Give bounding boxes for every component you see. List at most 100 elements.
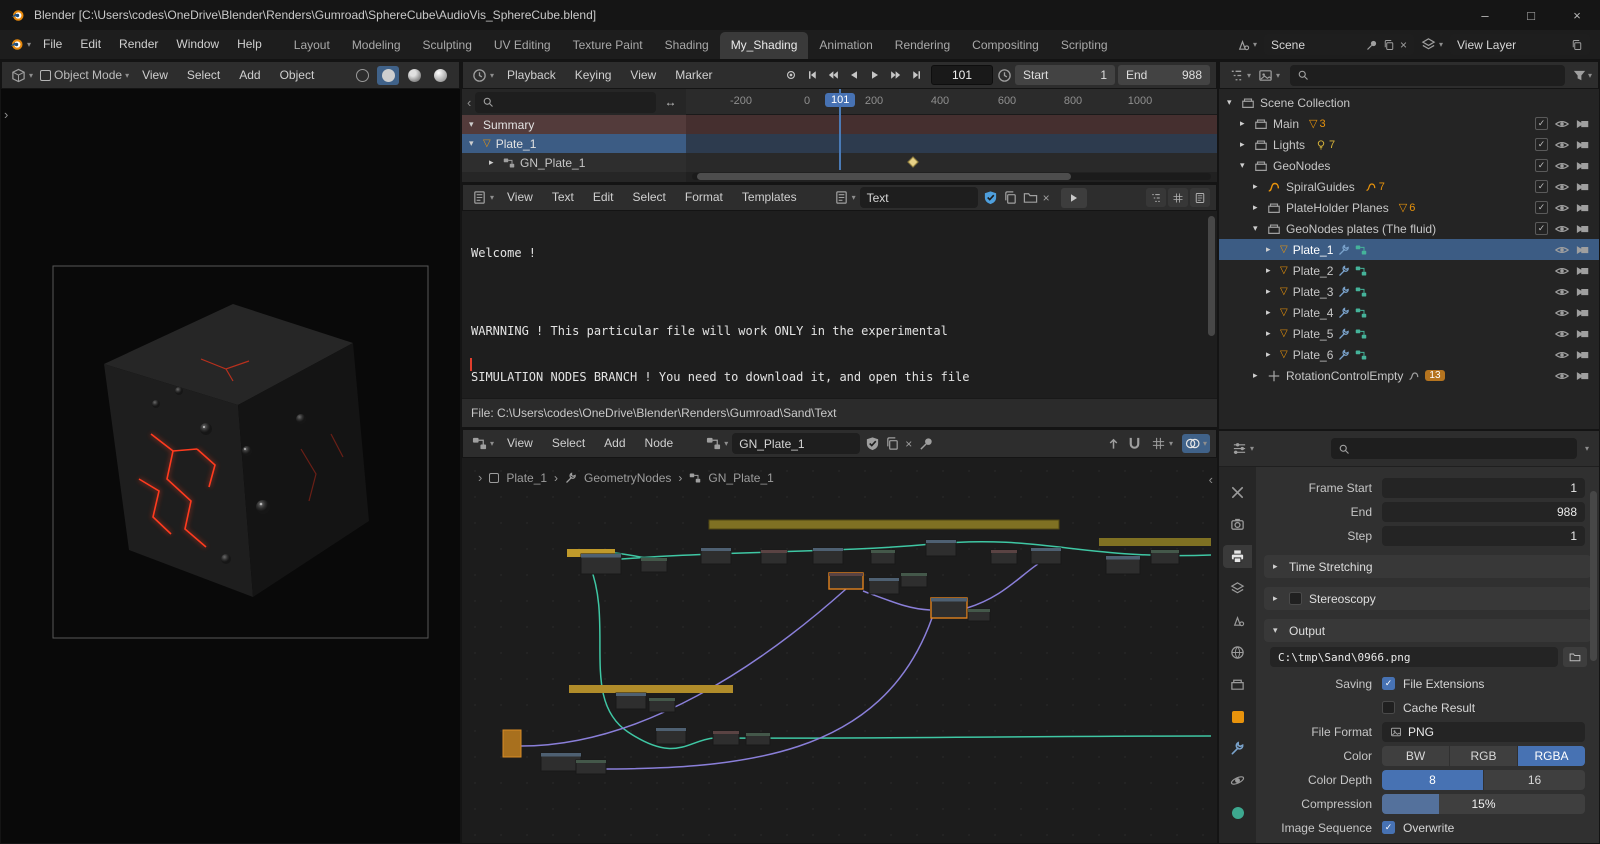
cache-result-checkbox[interactable] xyxy=(1382,701,1395,714)
text-datablock-field[interactable]: Text xyxy=(859,187,978,208)
shading-rendered-button[interactable] xyxy=(429,66,451,85)
camera-icon[interactable] xyxy=(1576,159,1590,173)
text-content[interactable]: Welcome ! WARNNING ! This particular fil… xyxy=(462,211,1217,398)
outliner-row-plate-1[interactable]: ▸ ▽ Plate_1 xyxy=(1219,239,1599,260)
eye-icon[interactable] xyxy=(1555,285,1569,299)
pin-icon[interactable] xyxy=(919,436,934,451)
unlink-icon[interactable]: × xyxy=(1039,191,1054,205)
tab-object-data[interactable] xyxy=(1223,801,1252,824)
jump-to-start-button[interactable] xyxy=(801,66,822,85)
stereoscopy-checkbox[interactable] xyxy=(1289,592,1302,605)
camera-icon[interactable] xyxy=(1576,243,1590,257)
frame-end-field[interactable]: 988 xyxy=(1382,501,1585,522)
editor-type-button[interactable]: ▾ xyxy=(1226,66,1254,85)
camera-icon[interactable] xyxy=(1576,138,1590,152)
sidebar-toggle-icon[interactable]: ‹ xyxy=(1209,472,1213,487)
viewport-canvas[interactable]: › xyxy=(1,89,460,843)
tab-output[interactable] xyxy=(1223,545,1252,568)
camera-icon[interactable] xyxy=(1576,369,1590,383)
camera-icon[interactable] xyxy=(1576,201,1590,215)
menu-view[interactable]: View xyxy=(498,183,542,212)
channel-plate-1[interactable]: ▾ ▽ Plate_1 xyxy=(462,134,686,153)
eye-icon[interactable] xyxy=(1555,369,1569,383)
menu-marker[interactable]: Marker xyxy=(666,61,721,90)
shading-solid-button[interactable] xyxy=(377,65,399,85)
unlink-scene-icon[interactable]: × xyxy=(1400,38,1407,52)
eye-icon[interactable] xyxy=(1555,264,1569,278)
camera-icon[interactable] xyxy=(1576,117,1590,131)
depth-16-button[interactable]: 16 xyxy=(1484,769,1585,790)
menu-edit[interactable]: Edit xyxy=(584,183,623,212)
menu-render[interactable]: Render xyxy=(110,30,167,59)
channel-summary[interactable]: ▾ Summary xyxy=(462,115,686,134)
region-toggle-icon[interactable]: › xyxy=(478,470,482,485)
menu-select[interactable]: Select xyxy=(543,429,594,458)
outliner-row-plate-5[interactable]: ▸ ▽ Plate_5 xyxy=(1219,323,1599,344)
node-graph-canvas[interactable]: › Plate_1 › GeometryNodes › GN_Plate_1 ‹ xyxy=(462,458,1217,843)
menu-view[interactable]: View xyxy=(621,61,665,90)
camera-icon[interactable] xyxy=(1576,180,1590,194)
outliner-row-spiralguides[interactable]: ▸ SpiralGuides 7 ✓ xyxy=(1219,176,1599,197)
eye-icon[interactable] xyxy=(1555,306,1569,320)
jump-to-end-button[interactable] xyxy=(906,66,927,85)
shading-material-button[interactable] xyxy=(403,66,425,85)
properties-search-input[interactable] xyxy=(1331,438,1577,459)
eye-icon[interactable] xyxy=(1555,138,1569,152)
menu-help[interactable]: Help xyxy=(228,30,271,59)
filter-toggle-button[interactable]: ↔ xyxy=(660,93,681,112)
editor-type-button[interactable]: ▾ xyxy=(8,66,36,85)
mode-selector[interactable]: Object Mode ▾ xyxy=(37,66,132,84)
editor-type-button[interactable]: ▾ xyxy=(469,66,497,85)
current-frame-badge[interactable]: 101 xyxy=(825,93,856,107)
eye-icon[interactable] xyxy=(1555,222,1569,236)
menu-view[interactable]: View xyxy=(133,61,177,90)
browse-output-folder-button[interactable] xyxy=(1563,647,1587,667)
copy-icon[interactable] xyxy=(1003,190,1018,205)
tab-modeling[interactable]: Modeling xyxy=(341,32,412,59)
tab-modifiers[interactable] xyxy=(1223,737,1252,760)
editor-type-button[interactable]: ▾ xyxy=(469,188,497,207)
syntax-highlight-toggle[interactable] xyxy=(1190,188,1210,207)
browse-view-layer-button[interactable]: ▾ xyxy=(1418,35,1446,54)
tab-collection[interactable] xyxy=(1223,673,1252,696)
menu-add[interactable]: Add xyxy=(595,429,634,458)
tab-scripting[interactable]: Scripting xyxy=(1050,32,1119,59)
outliner-row-plate-6[interactable]: ▸ ▽ Plate_6 xyxy=(1219,344,1599,365)
menu-edit[interactable]: Edit xyxy=(71,30,110,59)
keyframe-area[interactable]: -200 0 200 400 600 800 1000 101 xyxy=(686,89,1217,182)
menu-file[interactable]: File xyxy=(34,30,71,59)
collapse-channels-icon[interactable]: ‹ xyxy=(467,95,471,110)
menu-add[interactable]: Add xyxy=(230,61,269,90)
outliner-row-geonodes[interactable]: ▾ GeoNodes ✓ xyxy=(1219,155,1599,176)
tab-physics[interactable] xyxy=(1223,769,1252,792)
camera-icon[interactable] xyxy=(1576,264,1590,278)
play-reverse-button[interactable] xyxy=(843,66,864,85)
menu-node[interactable]: Node xyxy=(636,429,683,458)
eye-icon[interactable] xyxy=(1555,243,1569,257)
outliner-row-plate-3[interactable]: ▸ ▽ Plate_3 xyxy=(1219,281,1599,302)
tab-sculpting[interactable]: Sculpting xyxy=(412,32,483,59)
output-path-field[interactable]: C:\tmp\Sand\0966.png xyxy=(1270,647,1558,667)
collection-checkbox[interactable]: ✓ xyxy=(1535,222,1548,235)
tab-compositing[interactable]: Compositing xyxy=(961,32,1050,59)
tab-rendering[interactable]: Rendering xyxy=(884,32,961,59)
browse-nodetree-button[interactable]: ▾ xyxy=(703,434,731,453)
timeline-ruler[interactable]: -200 0 200 400 600 800 1000 xyxy=(686,89,1217,115)
outliner-row-main[interactable]: ▸ Main ▽ 3 ✓ xyxy=(1219,113,1599,134)
tab-object[interactable] xyxy=(1223,705,1252,728)
tab-shading[interactable]: Shading xyxy=(654,32,720,59)
eye-icon[interactable] xyxy=(1555,348,1569,362)
outliner-row-rotationcontrolempty[interactable]: ▸ RotationControlEmpty 13 xyxy=(1219,365,1599,386)
snap-magnet-icon[interactable] xyxy=(1127,436,1142,451)
text-scrollbar[interactable] xyxy=(1208,216,1215,336)
browse-scene-button[interactable]: ▾ xyxy=(1232,35,1260,54)
menu-object[interactable]: Object xyxy=(271,61,324,90)
compression-slider[interactable]: 15% xyxy=(1382,793,1585,814)
prev-keyframe-button[interactable] xyxy=(822,66,843,85)
outliner-search-input[interactable] xyxy=(1290,64,1565,86)
tab-animation[interactable]: Animation xyxy=(808,32,883,59)
shield-icon[interactable] xyxy=(865,436,880,451)
parent-tree-icon[interactable] xyxy=(1106,436,1121,451)
menu-playback[interactable]: Playback xyxy=(498,61,565,90)
tab-render[interactable] xyxy=(1223,513,1252,536)
